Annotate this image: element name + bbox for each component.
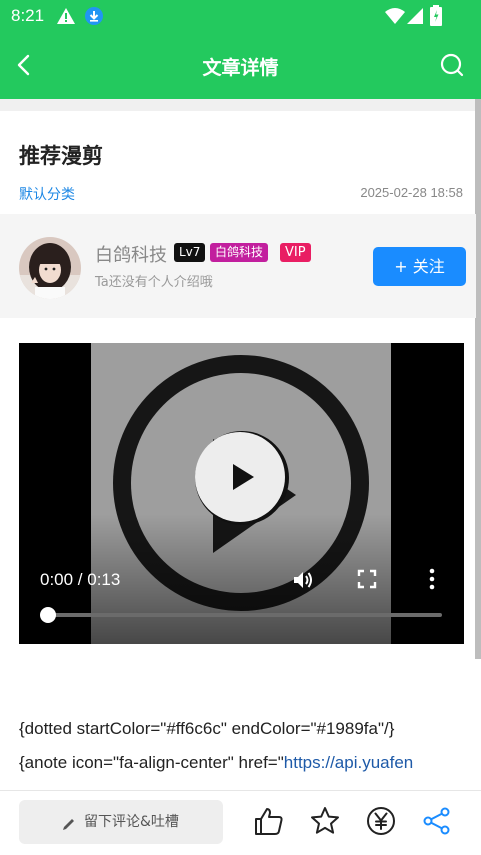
- comment-input-button[interactable]: 留下评论&吐槽: [19, 800, 223, 844]
- status-bar: 8:21: [0, 0, 481, 33]
- status-time: 8:21: [11, 6, 45, 25]
- scrollbar[interactable]: [475, 99, 481, 659]
- play-icon[interactable]: [193, 429, 291, 527]
- download-icon: [85, 7, 103, 25]
- author-bio: Ta还没有个人介绍哦: [95, 275, 213, 290]
- content-link[interactable]: https://api.yuafen: [284, 753, 413, 772]
- comment-placeholder: 留下评论&吐槽: [84, 814, 179, 830]
- share-icon[interactable]: [421, 805, 453, 837]
- org-badge: 白鸽科技: [210, 243, 269, 262]
- bottom-action-bar: 留下评论&吐槽: [0, 791, 481, 855]
- pencil-icon: [63, 819, 74, 830]
- like-icon[interactable]: [253, 805, 285, 837]
- vip-badge: VIP: [280, 243, 311, 262]
- content-line: {dotted startColor="#ff6c6c" endColor="#…: [19, 719, 395, 738]
- section-divider: [0, 99, 481, 111]
- content-line: {anote icon="fa-align-center" href="http…: [19, 753, 413, 773]
- follow-button[interactable]: + 关注: [373, 247, 466, 286]
- search-icon[interactable]: [432, 45, 472, 85]
- page-title: 文章详情: [202, 57, 279, 79]
- video-progress-handle[interactable]: [40, 607, 56, 623]
- level-badge: Lv7: [174, 243, 206, 262]
- category-link[interactable]: 默认分类: [19, 184, 75, 204]
- author-name[interactable]: 白鸽科技: [95, 241, 167, 267]
- video-time: 0:00 / 0:13: [40, 570, 121, 589]
- publish-date: 2025-02-28 18:58: [360, 185, 463, 200]
- content-text: {anote icon="fa-align-center" href=": [19, 753, 284, 772]
- article-title: 推荐漫剪: [19, 144, 103, 168]
- wifi-icon: [385, 8, 405, 24]
- fullscreen-icon[interactable]: [356, 568, 378, 590]
- signal-icon: [407, 8, 423, 24]
- reward-yen-icon[interactable]: [365, 805, 397, 837]
- video-player[interactable]: 0:00 / 0:13: [19, 343, 464, 644]
- volume-icon[interactable]: [291, 568, 315, 592]
- avatar[interactable]: [19, 237, 81, 299]
- video-progress-bar[interactable]: [48, 613, 442, 617]
- warning-icon: [57, 8, 75, 24]
- battery-icon: [430, 5, 442, 26]
- more-options-icon[interactable]: [422, 567, 442, 591]
- app-bar: 文章详情: [0, 33, 481, 99]
- star-icon[interactable]: [309, 805, 341, 837]
